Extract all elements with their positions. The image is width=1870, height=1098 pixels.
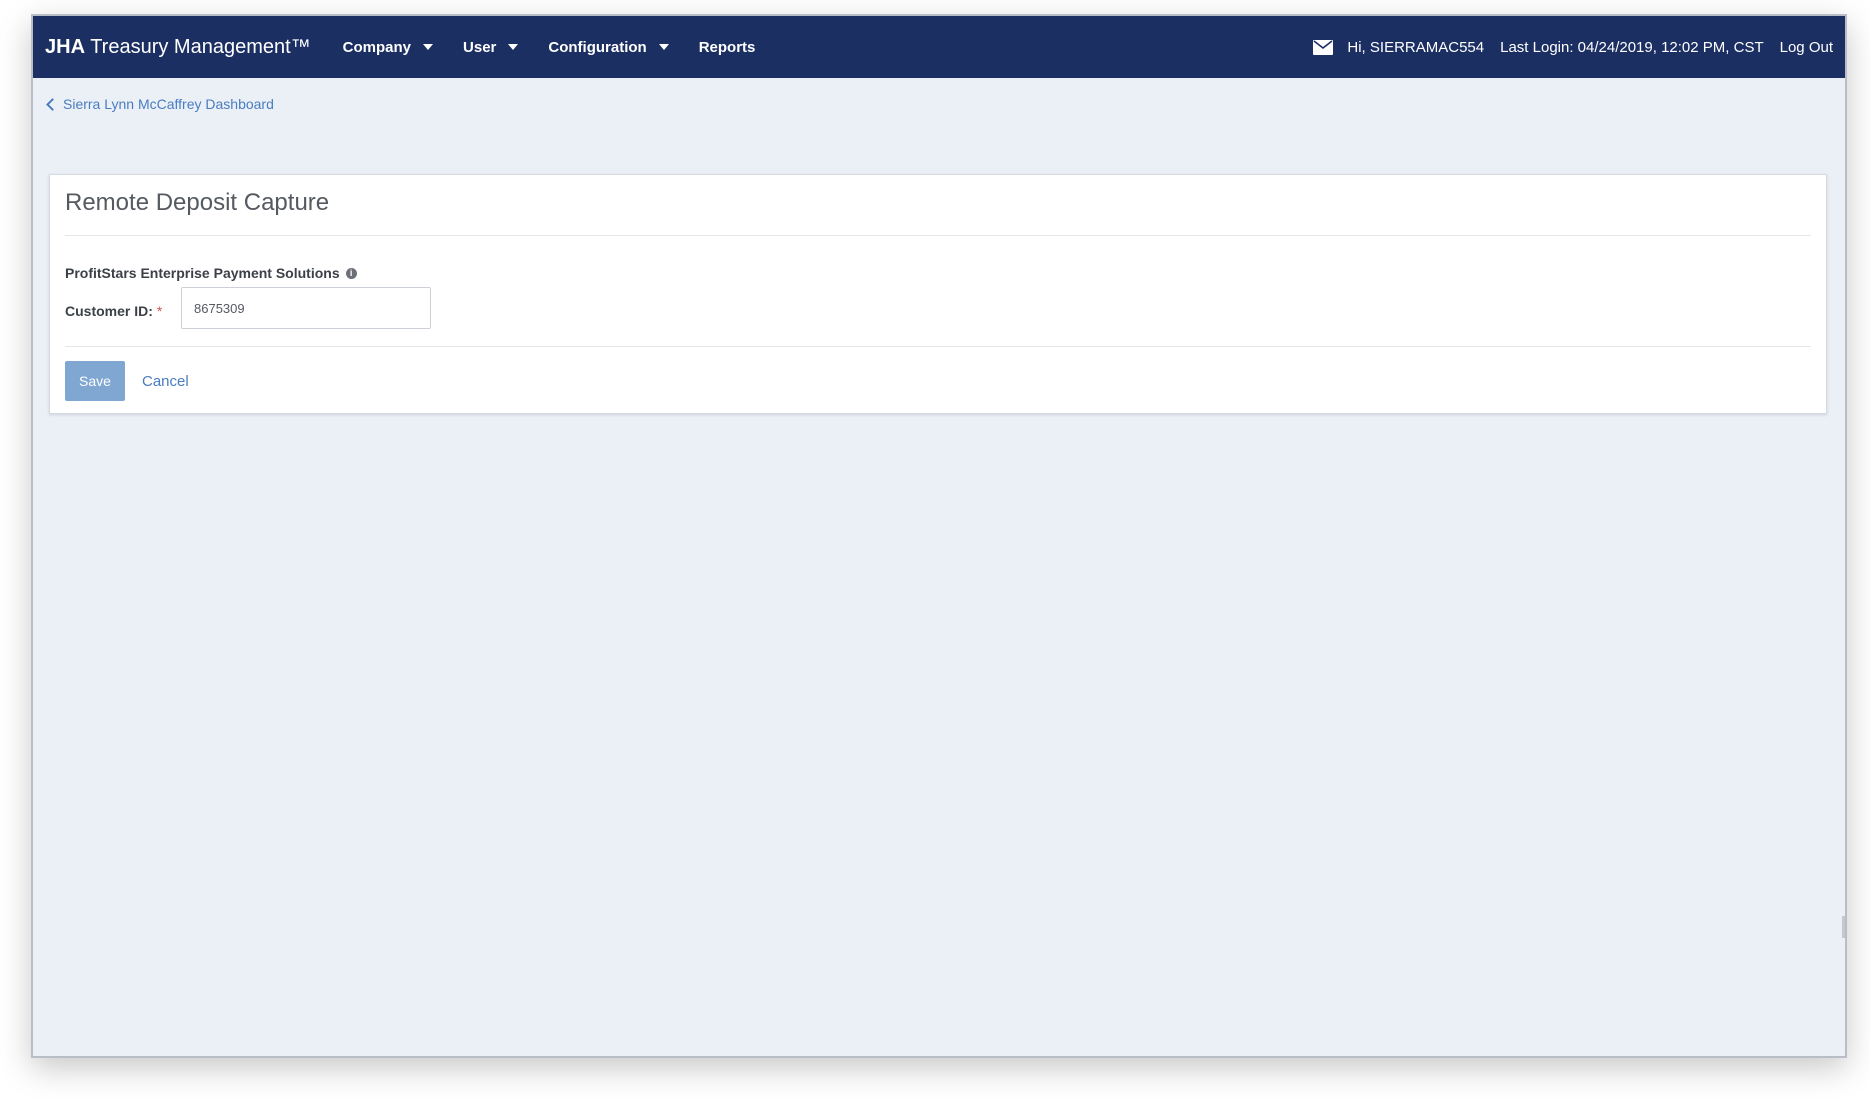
nav-user-label: User [463,38,497,56]
nav-company-menu[interactable]: Company [342,38,434,56]
caret-down-icon [658,44,669,50]
customer-id-label: Customer ID: * [65,303,162,319]
section-label: ProfitStars Enterprise Payment Solutions… [65,265,357,281]
customer-id-input[interactable] [181,287,431,329]
caret-down-icon [508,44,519,50]
rdc-panel: Remote Deposit Capture ProfitStars Enter… [49,174,1827,414]
nav-reports-link[interactable]: Reports [699,39,756,56]
nav-company-label: Company [342,38,412,56]
save-button[interactable]: Save [65,361,125,401]
breadcrumb-label: Sierra Lynn McCaffrey Dashboard [63,96,274,112]
nav-reports-label: Reports [698,38,756,56]
user-greeting: Hi, SIERRAMAC554 [1347,38,1485,56]
form-divider [65,346,1811,347]
user-info-area: Hi, SIERRAMAC554 Last Login: 04/24/2019,… [1313,39,1833,56]
top-navbar: JHA Treasury Management™ Company User Co… [33,16,1845,78]
brand-rest: Treasury Management™ [85,35,311,58]
page-title: Remote Deposit Capture [65,189,330,216]
breadcrumb[interactable]: Sierra Lynn McCaffrey Dashboard [46,96,274,112]
logout-link[interactable]: Log Out [1780,39,1833,56]
required-marker: * [156,303,163,319]
customer-id-label-text: Customer ID: [65,303,153,319]
app-window: JHA Treasury Management™ Company User Co… [31,14,1847,1058]
cancel-link[interactable]: Cancel [142,373,189,390]
info-icon[interactable]: i [345,267,357,279]
last-login-text: Last Login: 04/24/2019, 12:02 PM, CST [1500,38,1764,56]
nav-configuration-menu[interactable]: Configuration [548,38,669,56]
nav-configuration-label: Configuration [548,38,647,56]
section-label-text: ProfitStars Enterprise Payment Solutions [65,265,340,281]
scrollbar-handle[interactable] [1842,916,1845,938]
brand-logo[interactable]: JHA Treasury Management™ [45,36,311,59]
caret-down-icon [423,44,434,50]
envelope-icon[interactable] [1313,39,1334,55]
nav-user-menu[interactable]: User [463,38,519,56]
chevron-left-icon [46,97,59,111]
brand-strong: JHA [45,35,86,58]
title-divider [65,235,1811,236]
